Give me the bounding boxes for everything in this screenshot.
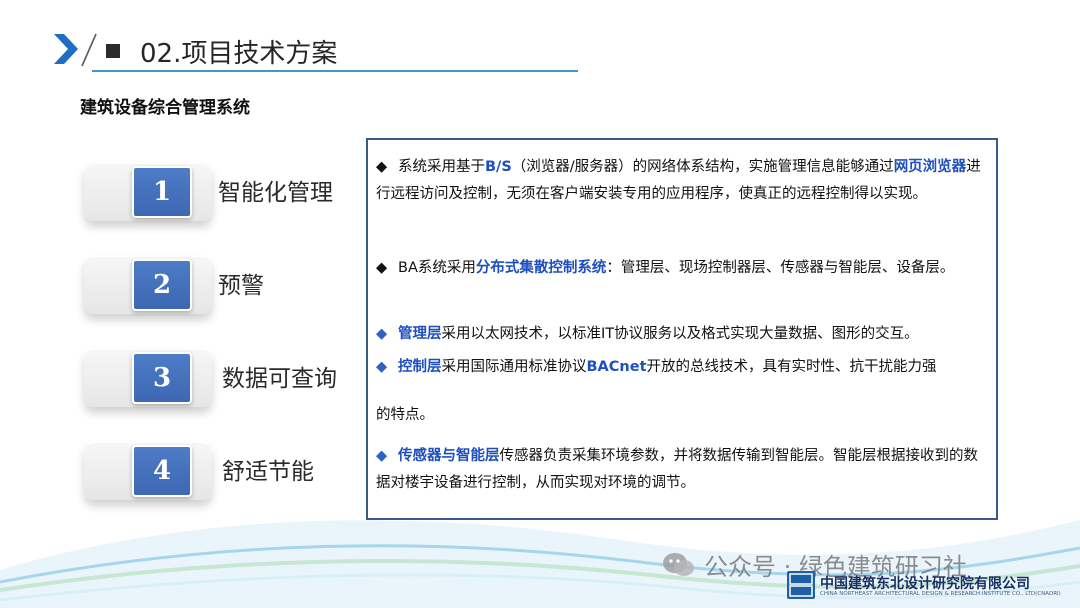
slide: 02.项目技术方案 建筑设备综合管理系统 1 智能化管理 2 预警 3 数据可查… [0, 0, 1080, 608]
feature-label: 数据可查询 [222, 366, 337, 392]
feature-number-badge: 4 [132, 445, 192, 497]
paragraph-management-layer: ◆ 管理层采用以太网技术，以标准IT协议服务以及格式实现大量数据、图形的交互。 [376, 321, 990, 348]
slash-divider-icon [81, 33, 97, 67]
company-name-en: CHINA NORTHEAST ARCHITECTURAL DESIGN & R… [820, 591, 1061, 597]
page-title: 02.项目技术方案 [140, 39, 338, 69]
paragraph-bs-architecture: ◆ 系统采用基于B/S（浏览器/服务器）的网络体系结构，实施管理信息能够通过网页浏… [376, 154, 990, 208]
feature-item-1: 1 智能化管理 [84, 163, 384, 223]
wechat-icon [663, 553, 694, 576]
description-box: ◆ 系统采用基于B/S（浏览器/服务器）的网络体系结构，实施管理信息能够通过网页浏… [366, 138, 998, 520]
company-logo-icon [787, 571, 815, 599]
feature-label: 预警 [218, 273, 264, 299]
feature-label: 舒适节能 [222, 459, 314, 485]
feature-item-4: 4 舒适节能 [84, 442, 384, 502]
paragraph-control-layer-cont: 的特点。 [376, 407, 434, 423]
title-square-bullet [106, 44, 120, 58]
feature-label: 智能化管理 [218, 180, 333, 206]
paragraph-sensor-layer: ◆ 传感器与智能层传感器负责采集环境参数，并将数据传输到智能层。智能层根据接收到的… [376, 443, 990, 497]
feature-number-badge: 2 [132, 259, 192, 311]
chevron-right-icon [54, 34, 78, 64]
feature-item-3: 3 数据可查询 [84, 349, 384, 409]
feature-item-2: 2 预警 [84, 256, 384, 316]
company-name: 中国建筑东北设计研究院有限公司 [820, 576, 1030, 592]
title-underline [92, 70, 578, 72]
paragraph-control-layer: ◆ 控制层采用国际通用标准协议BACnet开放的总线技术，具有实时性、抗干扰能力强 [376, 354, 990, 381]
feature-number-badge: 1 [132, 166, 192, 218]
diamond-bullet-icon: ◆ [376, 159, 388, 175]
diamond-bullet-icon: ◆ [376, 260, 388, 276]
feature-number-badge: 3 [132, 352, 192, 404]
paragraph-distributed-control: ◆ BA系统采用分布式集散控制系统：管理层、现场控制器层、传感器与智能层、设备层。 [376, 255, 990, 282]
section-subtitle: 建筑设备综合管理系统 [80, 98, 250, 118]
diamond-bullet-icon: ◆ [376, 448, 388, 464]
diamond-bullet-icon: ◆ [376, 326, 388, 342]
diamond-bullet-icon: ◆ [376, 359, 388, 375]
